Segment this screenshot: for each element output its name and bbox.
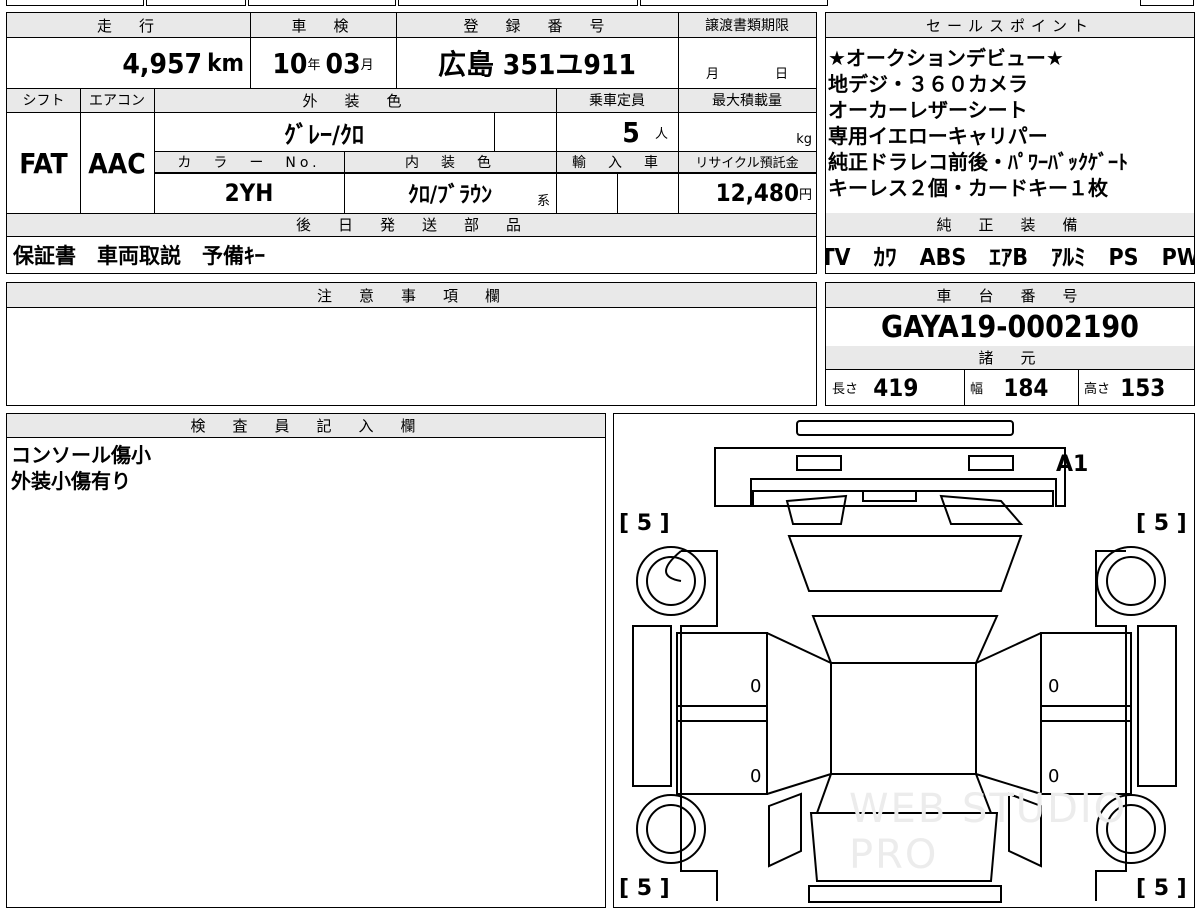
mileage-header: 走 行 — [7, 13, 250, 38]
shift-header: シフト — [7, 88, 80, 113]
damage-mark-a1: A1 — [1056, 452, 1089, 477]
notes-box: 注 意 事 項 欄 — [6, 282, 817, 406]
later-parts-header: 後 日 発 送 部 品 — [7, 213, 816, 237]
inspector-notes: コンソール傷小 外装小傷有り — [11, 442, 151, 494]
chassis-no-header: 車 台 番 号 — [826, 283, 1194, 308]
top-fragment — [6, 0, 144, 6]
tread-front-left: [ 5 ] — [619, 511, 670, 536]
door-front-left-value: 0 — [750, 676, 762, 697]
inspector-box: 検 査 員 記 入 欄 コンソール傷小 外装小傷有り — [6, 413, 606, 908]
sales-point: ★オークションデビュー★ — [828, 46, 1064, 70]
aircon-header: エアコン — [80, 88, 154, 113]
sales-points-header: セールスポイント — [826, 13, 1194, 38]
inspection-header: 車 検 — [250, 13, 396, 38]
spec-length: 長さ 419 — [832, 373, 919, 402]
chassis-specs-box: 車 台 番 号 GAYA19-0002190 諸 元 長さ 419 幅 184 … — [825, 282, 1195, 406]
shift-value: FAT — [19, 146, 68, 180]
factory-equipment-value: TV ｶﾜ ABS ｴｱB ｱﾙﾐ PS PW — [826, 245, 1194, 271]
chassis-no-value: GAYA19-0002190 — [881, 309, 1139, 345]
tread-rear-right: [ 5 ] — [1136, 876, 1187, 901]
inspector-note: コンソール傷小 — [11, 443, 151, 467]
recycle-value: 12,480 円 — [715, 179, 812, 207]
color-no-value: 2YH — [224, 179, 274, 207]
door-front-right-value: 0 — [1048, 676, 1060, 697]
color-no-header: カ ラ ー No. — [154, 151, 344, 173]
max-load-header: 最大積載量 — [678, 88, 816, 113]
recycle-header: リサイクル預託金 — [678, 151, 816, 173]
exterior-color-header: 外 装 色 — [154, 88, 556, 113]
max-load-value: kg — [796, 132, 812, 147]
notes-header: 注 意 事 項 欄 — [7, 283, 816, 308]
interior-color-value: ｸﾛ/ﾌﾞﾗｳﾝ 系 — [407, 183, 550, 209]
transfer-deadline-value: 月日 — [705, 67, 788, 82]
later-parts-value: 保証書 車両取説 予備ｷｰ — [13, 244, 265, 268]
exterior-color-value: ｸﾞﾚｰ/ｸﾛ — [284, 120, 364, 149]
registration-number: 広島 351ユ911 — [438, 48, 636, 81]
watermark: WEB STUDIO PRO — [849, 786, 1128, 878]
top-fragment — [398, 0, 638, 6]
inspector-header: 検 査 員 記 入 欄 — [7, 414, 605, 438]
top-fragment — [1140, 0, 1194, 6]
interior-color-header: 内 装 色 — [344, 151, 556, 173]
car-diagram-box: [ 5 ] [ 5 ] [ 5 ] [ 5 ] A1 0 0 0 0 WEB S… — [613, 413, 1195, 908]
tread-front-right: [ 5 ] — [1136, 511, 1187, 536]
inspection-value: 10 年 03 月 — [272, 46, 374, 80]
transfer-deadline-header: 譲渡書類期限 — [678, 13, 816, 38]
capacity-header: 乗車定員 — [556, 88, 678, 113]
spec-height: 高さ 153 — [1084, 373, 1166, 402]
spec-width: 幅 184 — [970, 373, 1049, 402]
door-rear-right-value: 0 — [1048, 766, 1060, 787]
import-header: 輸 入 車 — [556, 151, 678, 173]
sales-point: キーレス２個・カードキー１枚 — [828, 176, 1108, 200]
sales-points-list: ★オークションデビュー★ 地デジ・３６０カメラ オーカーレザーシート 専用イエロ… — [828, 45, 1192, 201]
inspector-note: 外装小傷有り — [11, 469, 131, 493]
aircon-value: AAC — [88, 146, 146, 180]
top-fragment — [248, 0, 396, 6]
sales-point: 専用イエローキャリパー — [828, 124, 1048, 148]
sales-point: 地デジ・３６０カメラ — [828, 72, 1028, 96]
tread-rear-left: [ 5 ] — [619, 876, 670, 901]
sales-point: オーカーレザーシート — [828, 98, 1028, 122]
top-fragment — [146, 0, 246, 6]
vehicle-info-table: 走 行 車 検 登 録 番 号 譲渡書類期限 4,957 km 10 年 03 月 … — [6, 12, 817, 274]
sales-point: 純正ドラレコ前後・ﾊﾟﾜｰﾊﾞｯｸｹﾞｰﾄ — [828, 150, 1128, 174]
capacity-value: 5 人 — [622, 115, 668, 149]
factory-equipment-header: 純 正 装 備 — [826, 213, 1194, 237]
mileage-value: 4,957 km — [122, 46, 244, 80]
top-fragment — [640, 0, 828, 6]
sales-points-box: セールスポイント ★オークションデビュー★ 地デジ・３６０カメラ オーカーレザー… — [825, 12, 1195, 274]
door-rear-left-value: 0 — [750, 766, 762, 787]
specs-header: 諸 元 — [826, 346, 1194, 370]
registration-header: 登 録 番 号 — [396, 13, 678, 38]
